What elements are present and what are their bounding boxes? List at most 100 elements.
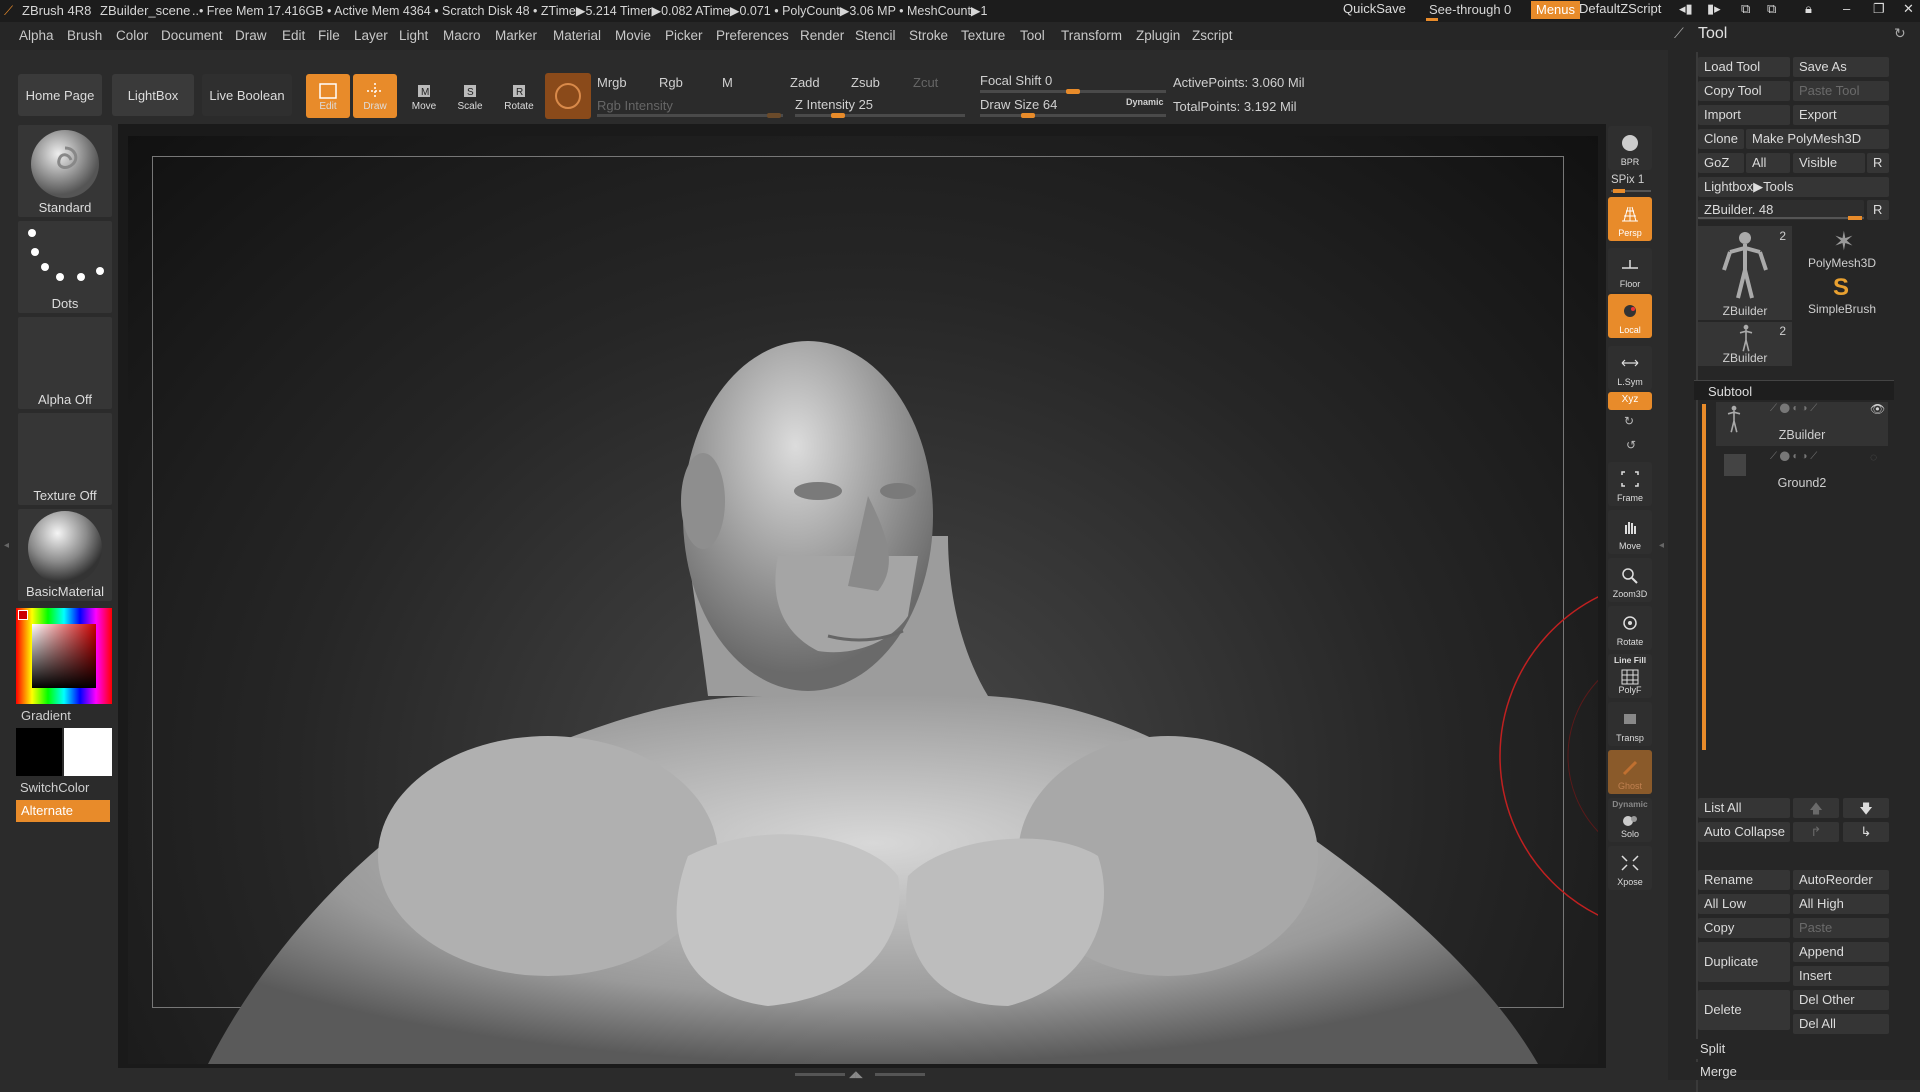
tool-size-slider[interactable]: ZBuilder. 48 [1698,200,1864,220]
make-polymesh3d-button[interactable]: Make PolyMesh3D [1746,129,1889,149]
texture-selector[interactable]: Texture Off [18,413,112,505]
solo-button[interactable]: Dynamic Solo [1608,798,1652,842]
subtool-scrollbar[interactable] [1702,404,1706,750]
menu-material[interactable]: Material [553,28,601,43]
rename-button[interactable]: Rename [1698,870,1790,890]
draw-size-knob[interactable] [1020,113,1035,118]
polymesh3d-thumbnail[interactable]: ✶ PolyMesh3D [1795,226,1889,278]
move-down-arrow-icon[interactable]: 🡇 [1843,798,1889,818]
right-collapse-arrow-icon[interactable]: ◂ [1659,540,1664,551]
frame-button[interactable]: Frame [1608,462,1652,506]
split-section-header[interactable]: Split [1694,1039,1894,1059]
menu-edit[interactable]: Edit [282,28,305,43]
polyf-button[interactable]: Line Fill PolyF [1608,654,1652,698]
del-other-button[interactable]: Del Other [1793,990,1889,1010]
zbuilder-thumbnail-small[interactable]: 2 ZBuilder [1698,322,1792,366]
subtool-item-ground2[interactable]: ⟋ ⬤ ◐ ◑ ⟋ ◌ Ground2 [1716,450,1888,494]
del-all-button[interactable]: Del All [1793,1014,1889,1034]
menu-transform[interactable]: Transform [1061,28,1122,43]
autoreorder-button[interactable]: AutoReorder [1793,870,1889,890]
color-picker[interactable] [16,608,112,704]
alternate-button[interactable]: Alternate [16,800,110,822]
delete-button[interactable]: Delete [1698,990,1790,1030]
material-selector[interactable]: BasicMaterial [18,509,112,601]
menu-render[interactable]: Render [800,28,844,43]
menu-zscript[interactable]: Zscript [1192,28,1233,43]
menus-button[interactable]: Menus [1531,1,1581,19]
move-up-arrow-icon[interactable]: 🡅 [1793,798,1839,818]
subtool-zbuilder-controls-icons[interactable]: ⟋ ⬤ ◐ ◑ ⟋ [1770,403,1817,414]
rotate-view-button[interactable]: Rotate [1608,606,1652,650]
seethrough-slider[interactable]: See-through 0 [1424,2,1520,21]
menu-brush[interactable]: Brush [67,28,102,43]
z-intensity-knob[interactable] [830,113,845,118]
spix-label[interactable]: SPix 1 [1611,174,1644,186]
z-intensity-slider[interactable] [795,113,965,118]
goz-all-button[interactable]: All [1746,153,1790,173]
stroke-selector[interactable]: Dots [18,221,112,313]
simplebrush-thumbnail[interactable]: S SimpleBrush [1795,274,1889,320]
all-high-button[interactable]: All High [1793,894,1889,914]
paste-subtool-button[interactable]: Paste [1793,918,1889,938]
save-as-button[interactable]: Save As [1793,57,1889,77]
auto-collapse-button[interactable]: Auto Collapse [1698,822,1790,842]
copy-subtool-button[interactable]: Copy [1698,918,1790,938]
subtool-ground2-controls-icons[interactable]: ⟋ ⬤ ◐ ◑ ⟋ [1770,451,1817,462]
bottom-shelf-toggle[interactable]: ◢◣ [795,1069,925,1080]
layout-prev-icon[interactable]: ◂▮ [1674,0,1698,18]
merge-section-header[interactable]: Merge [1694,1062,1894,1080]
brush-selector[interactable]: Standard [18,125,112,217]
load-tool-button[interactable]: Load Tool [1698,57,1790,77]
insert-arrow-icon[interactable]: ↳ [1843,822,1889,842]
ghost-button[interactable]: Ghost [1608,750,1652,794]
clone-button[interactable]: Clone [1698,129,1744,149]
maximize-icon[interactable]: ❐ [1868,0,1890,18]
ui-layout-icon[interactable]: ⧉ [1762,0,1781,18]
dynamic-button[interactable]: Dynamic [1126,97,1164,107]
gradient-label[interactable]: Gradient [21,708,71,723]
menu-zplugin[interactable]: Zplugin [1136,28,1180,43]
menu-stencil[interactable]: Stencil [855,28,896,43]
material-sphere-button[interactable] [545,73,591,119]
floor-button[interactable]: Floor [1608,248,1652,292]
zcut-button[interactable]: Zcut [913,75,938,90]
primary-color-swatch[interactable] [64,728,112,776]
transp-button[interactable]: Transp [1608,702,1652,746]
copy-tool-button[interactable]: Copy Tool [1698,81,1790,101]
draw-size-slider[interactable] [980,113,1166,118]
live-boolean-button[interactable]: Live Boolean [202,74,292,116]
menu-alpha[interactable]: Alpha [19,28,54,43]
move-button[interactable]: M Move [402,74,446,118]
rotate-axis-alt-icon[interactable]: ↺ [1626,438,1636,452]
document-canvas[interactable] [128,136,1598,1064]
menu-movie[interactable]: Movie [615,28,651,43]
duplicate-button[interactable]: Duplicate [1698,942,1790,982]
append-button[interactable]: Append [1793,942,1889,962]
paste-tool-button[interactable]: Paste Tool [1793,81,1889,101]
subtool-item-zbuilder[interactable]: ⟋ ⬤ ◐ ◑ ⟋ 👁︎ ZBuilder [1716,402,1888,446]
menu-light[interactable]: Light [399,28,428,43]
xyz-button[interactable]: Xyz [1608,392,1652,410]
palette-reset-icon[interactable]: ↻ [1894,25,1906,42]
local-button[interactable]: Local [1608,294,1652,338]
move-view-button[interactable]: Move [1608,510,1652,554]
goz-button[interactable]: GoZ [1698,153,1744,173]
color-saturation-square[interactable] [32,624,96,688]
scale-button[interactable]: S Scale [448,74,492,118]
layout-next-icon[interactable]: ▮▸ [1702,0,1726,18]
zbuilder-thumbnail[interactable]: 2 ZBuilder [1698,226,1792,320]
lock-icon[interactable]: 🔒︎ [1800,0,1817,18]
expand-arrow-icon[interactable]: ◢◣ [849,1069,863,1080]
xpose-button[interactable]: Xpose [1608,846,1652,890]
rgb-button[interactable]: Rgb [659,75,683,90]
window-layout-icon[interactable]: ⧉ [1736,0,1755,18]
rotate-axis-icon[interactable]: ↻ [1624,414,1634,428]
switchcolor-button[interactable]: SwitchColor [20,780,89,795]
mrgb-button[interactable]: Mrgb [597,75,627,90]
edit-button[interactable]: Edit [306,74,350,118]
home-page-button[interactable]: Home Page [18,74,102,116]
rotate-button[interactable]: R Rotate [497,74,541,118]
lsym-button[interactable]: L.Sym [1608,346,1652,390]
import-button[interactable]: Import [1698,105,1790,125]
menu-preferences[interactable]: Preferences [716,28,789,43]
